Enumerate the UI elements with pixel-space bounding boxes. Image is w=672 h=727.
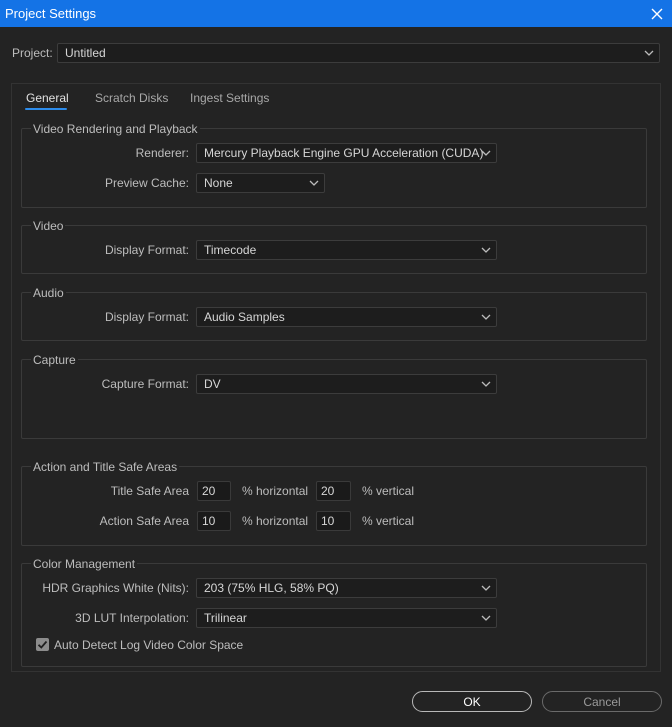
video-display-format-label: Display Format: <box>104 243 189 257</box>
color-management-title: Color Management <box>31 557 138 571</box>
title-safe-horizontal-input[interactable]: 20 <box>197 481 231 501</box>
capture-format-value: DV <box>204 377 221 391</box>
chevron-down-icon <box>481 247 491 253</box>
chevron-down-icon <box>481 615 491 621</box>
hdr-graphics-white-value: 203 (75% HLG, 58% PQ) <box>204 581 339 595</box>
title-safe-vertical-input[interactable]: 20 <box>316 481 351 501</box>
audio-display-format-value: Audio Samples <box>204 310 285 324</box>
close-button[interactable] <box>642 0 672 27</box>
preview-cache-label: Preview Cache: <box>104 176 189 190</box>
safe-areas-title: Action and Title Safe Areas <box>31 460 180 474</box>
capture-group <box>21 359 647 439</box>
video-display-format-value: Timecode <box>204 243 257 257</box>
video-rendering-title: Video Rendering and Playback <box>31 122 200 136</box>
capture-format-label: Capture Format: <box>101 377 189 391</box>
video-title: Video <box>31 219 66 233</box>
renderer-label: Renderer: <box>135 146 189 160</box>
audio-display-format-select[interactable]: Audio Samples <box>196 307 497 327</box>
close-icon <box>651 8 663 19</box>
cancel-button[interactable]: Cancel <box>542 691 662 712</box>
title-bar: Project Settings <box>0 0 672 27</box>
auto-detect-log-label: Auto Detect Log Video Color Space <box>54 638 244 652</box>
chevron-down-icon <box>481 150 491 156</box>
renderer-select[interactable]: Mercury Playback Engine GPU Acceleration… <box>196 143 497 163</box>
tab-scratch-disks[interactable]: Scratch Disks <box>95 91 168 105</box>
checkmark-icon <box>37 640 48 649</box>
tab-general[interactable]: General <box>26 91 69 105</box>
audio-display-format-label: Display Format: <box>104 310 189 324</box>
preview-cache-select[interactable]: None <box>196 173 325 193</box>
project-label: Project: <box>12 46 53 60</box>
hdr-graphics-white-select[interactable]: 203 (75% HLG, 58% PQ) <box>196 578 497 598</box>
lut-interpolation-value: Trilinear <box>204 611 247 625</box>
action-safe-vertical-input[interactable]: 10 <box>316 511 351 531</box>
action-safe-vertical-unit: % vertical <box>362 514 415 528</box>
video-rendering-group <box>21 128 647 208</box>
chevron-down-icon <box>481 585 491 591</box>
title-safe-vertical-unit: % vertical <box>362 484 415 498</box>
preview-cache-value: None <box>204 176 233 190</box>
video-display-format-select[interactable]: Timecode <box>196 240 497 260</box>
renderer-value: Mercury Playback Engine GPU Acceleration… <box>204 146 484 160</box>
action-safe-label: Action Safe Area <box>99 514 189 528</box>
project-select[interactable]: Untitled <box>57 43 660 63</box>
lut-interpolation-label: 3D LUT Interpolation: <box>75 611 189 625</box>
audio-title: Audio <box>31 286 66 300</box>
window-title: Project Settings <box>5 6 97 21</box>
capture-format-select[interactable]: DV <box>196 374 497 394</box>
chevron-down-icon <box>481 314 491 320</box>
chevron-down-icon <box>481 381 491 387</box>
chevron-down-icon <box>309 180 319 186</box>
tab-ingest-settings[interactable]: Ingest Settings <box>190 91 269 105</box>
title-safe-horizontal-unit: % horizontal <box>242 484 309 498</box>
ok-button[interactable]: OK <box>412 691 532 712</box>
auto-detect-log-checkbox[interactable] <box>36 638 49 651</box>
safe-areas-group <box>21 466 647 546</box>
project-select-value: Untitled <box>65 46 106 60</box>
action-safe-horizontal-unit: % horizontal <box>242 514 309 528</box>
lut-interpolation-select[interactable]: Trilinear <box>196 608 497 628</box>
hdr-graphics-white-label: HDR Graphics White (Nits): <box>42 581 189 595</box>
action-safe-horizontal-input[interactable]: 10 <box>197 511 231 531</box>
active-tab-indicator <box>25 108 67 110</box>
capture-title: Capture <box>31 353 78 367</box>
chevron-down-icon <box>644 50 654 56</box>
title-safe-label: Title Safe Area <box>110 484 189 498</box>
